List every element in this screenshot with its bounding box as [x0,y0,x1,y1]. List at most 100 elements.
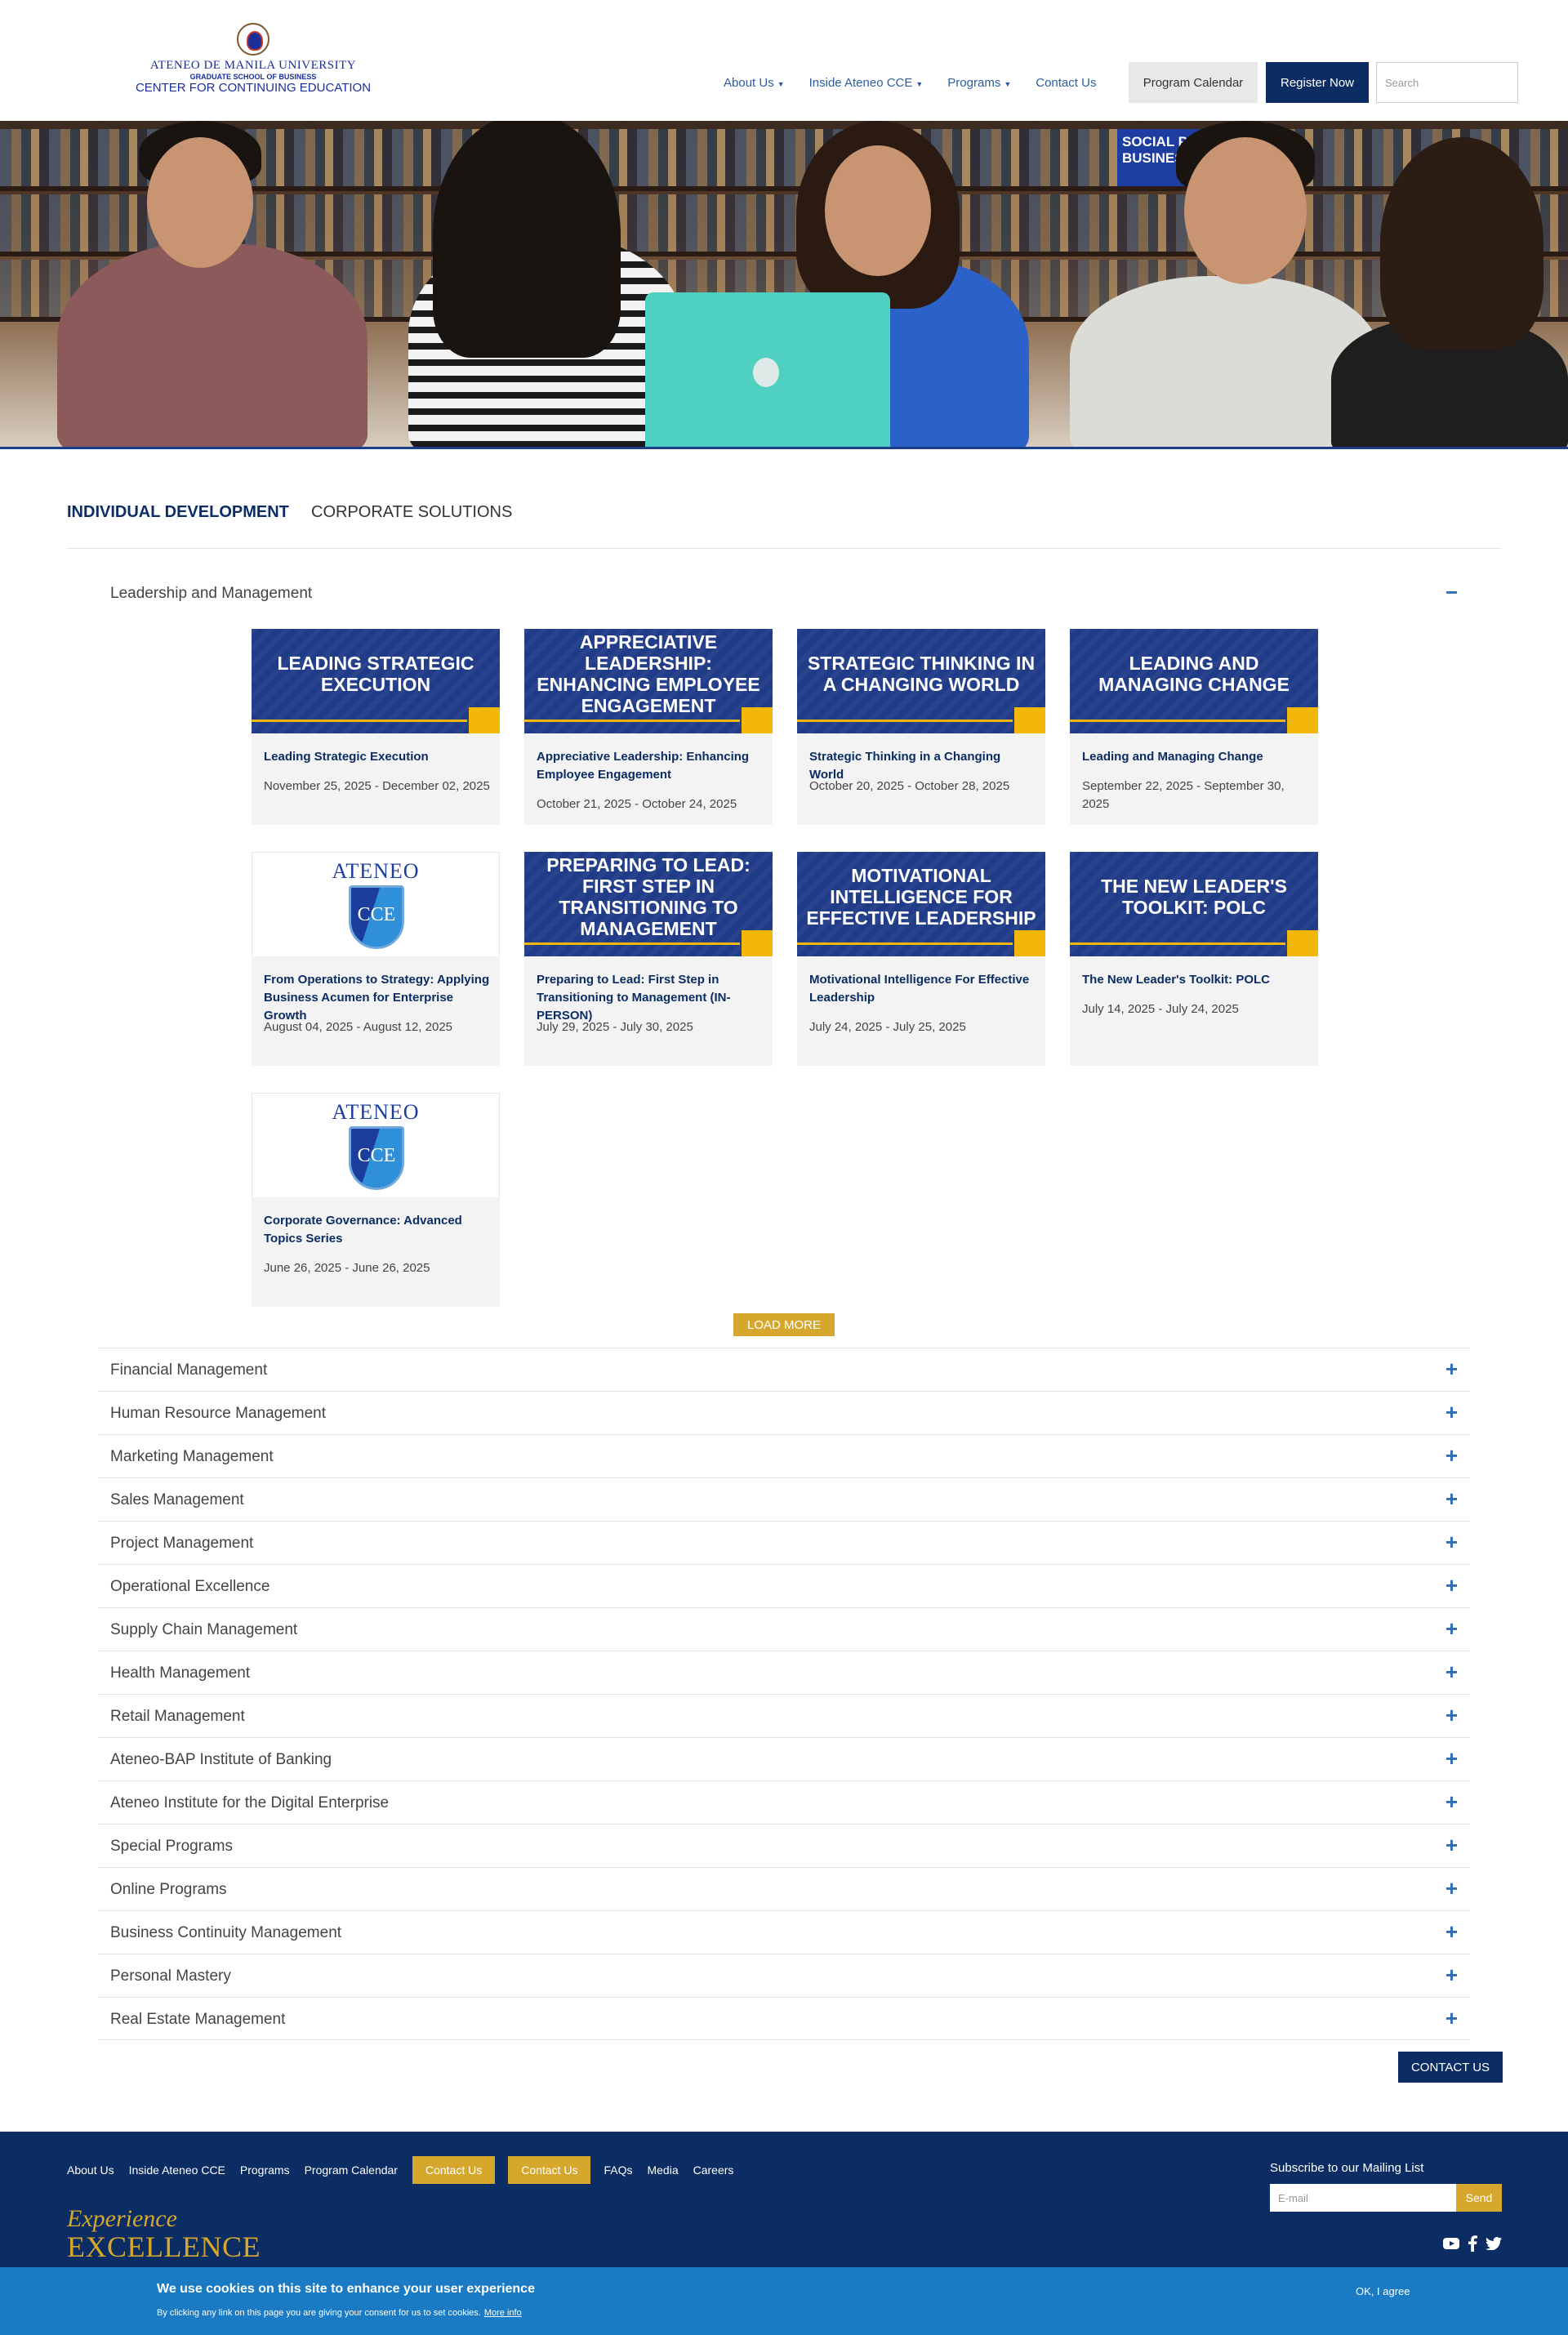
contact-us-button[interactable]: CONTACT US [1398,2052,1503,2083]
expand-icon[interactable]: + [1446,1530,1458,1555]
accordion-health-management[interactable]: Health Management + [98,1651,1470,1694]
accordion-sales-management[interactable]: Sales Management + [98,1477,1470,1521]
footer-link-faqs[interactable]: FAQs [604,2163,632,2177]
send-button[interactable]: Send [1456,2184,1502,2212]
search-input[interactable] [1376,62,1518,103]
expand-icon[interactable]: + [1446,1963,1458,1988]
register-now-button[interactable]: Register Now [1266,62,1369,103]
program-card[interactable]: Preparing to Lead: First Step in Transit… [524,852,773,1066]
nav-programs[interactable]: Programs ▼ [947,76,1011,90]
expand-icon[interactable]: + [1446,1876,1458,1901]
main-nav: About Us ▼ Inside Ateneo CCE ▼ Programs ▼ C… [724,62,1120,103]
site-logo[interactable]: ATENEO DE MANILA UNIVERSITY GRADUATE SCH… [131,23,376,105]
expand-icon[interactable]: + [1446,1833,1458,1858]
program-card[interactable]: Leading Strategic Execution Leading Strat… [252,629,500,825]
cookie-agree-button[interactable]: OK, I agree [1356,2285,1410,2297]
facebook-icon[interactable] [1463,2235,1481,2253]
collapse-icon[interactable]: − [1446,580,1458,605]
footer-link-program-calendar[interactable]: Program Calendar [305,2163,398,2177]
program-banner-image[interactable]: Leading and Managing Change [1070,629,1318,733]
nav-inside-ateneo-cce[interactable]: Inside Ateneo CCE ▼ [809,76,924,90]
accordion-supply-chain-management[interactable]: Supply Chain Management + [98,1607,1470,1651]
accordion-title: Project Management [110,1535,254,1552]
more-info-link[interactable]: More info [484,2308,522,2318]
nav-contact-us[interactable]: Contact Us [1036,76,1096,90]
program-title-link[interactable]: Preparing to Lead: First Step in Transit… [537,971,763,1025]
logo-word: ATENEO [332,1100,420,1124]
footer-link-about-us[interactable]: About Us [67,2163,114,2177]
expand-icon[interactable]: + [1446,1443,1458,1468]
footer-link-programs[interactable]: Programs [240,2163,290,2177]
program-banner-image[interactable]: Motivational Intelligence for Effective … [797,852,1045,956]
cookie-consent-text: By clicking any link on this page you ar… [157,2308,481,2318]
accordion-operational-excellence[interactable]: Operational Excellence + [98,1564,1470,1607]
accordion-ateneo-institute-for-the-digital-enterprise[interactable]: Ateneo Institute for the Digital Enterpr… [98,1780,1470,1824]
nav-about-us[interactable]: About Us ▼ [724,76,785,90]
expand-icon[interactable]: + [1446,1746,1458,1771]
footer-contact-us-button[interactable]: Contact Us [412,2156,496,2184]
cce-shield-icon: CCE [349,1126,404,1190]
program-card[interactable]: Appreciative Leadership: Enhancing Emplo… [524,629,773,825]
accordion-ateneo-bap-institute-of-banking[interactable]: Ateneo-BAP Institute of Banking + [98,1737,1470,1780]
twitter-icon[interactable] [1485,2235,1503,2253]
footer-contact-us-button-2[interactable]: Contact Us [508,2156,591,2184]
expand-icon[interactable]: + [1446,1357,1458,1382]
program-card[interactable]: Strategic Thinking in a Changing World St… [797,629,1045,825]
program-banner-image[interactable]: Appreciative Leadership: Enhancing Emplo… [524,629,773,733]
accordion-real-estate-management[interactable]: Real Estate Management + [98,1997,1470,2040]
program-banner-image[interactable]: Leading Strategic Execution [252,629,500,733]
accordion-marketing-management[interactable]: Marketing Management + [98,1434,1470,1477]
program-banner-image[interactable]: Strategic Thinking in a Changing World [797,629,1045,733]
accordion-project-management[interactable]: Project Management + [98,1521,1470,1564]
accordion-retail-management[interactable]: Retail Management + [98,1694,1470,1737]
program-title-link[interactable]: Leading and Managing Change [1082,748,1308,766]
accordion-online-programs[interactable]: Online Programs + [98,1867,1470,1910]
program-title-link[interactable]: From Operations to Strategy: Applying Bu… [264,971,490,1025]
footer-tagline: Experience EXCELLENCE [67,2207,261,2263]
accordion-financial-management[interactable]: Financial Management + [98,1348,1470,1391]
tab-individual-development[interactable]: INDIVIDUAL DEVELOPMENT [67,503,289,522]
expand-icon[interactable]: + [1446,1703,1458,1728]
program-title-link[interactable]: The New Leader's Toolkit: POLC [1082,971,1308,989]
footer-link-careers[interactable]: Careers [693,2163,734,2177]
footer-link-media[interactable]: Media [647,2163,678,2177]
youtube-icon[interactable] [1442,2235,1460,2253]
accordion-leadership-and-management[interactable]: Leadership and Management − [98,570,1470,619]
expand-icon[interactable]: + [1446,1573,1458,1598]
load-more-button[interactable]: LOAD MORE [733,1313,835,1336]
expand-icon[interactable]: + [1446,1616,1458,1642]
program-card[interactable]: Leading and Managing Change Leading and M… [1070,629,1318,825]
program-date: September 22, 2025 - September 30, 2025 [1082,779,1285,811]
expand-icon[interactable]: + [1446,1789,1458,1815]
program-date: July 24, 2025 - July 25, 2025 [809,1020,966,1034]
accordion-human-resource-management[interactable]: Human Resource Management + [98,1391,1470,1434]
accordion-business-continuity-management[interactable]: Business Continuity Management + [98,1910,1470,1954]
banner-text: Strategic Thinking in a Changing World [807,653,1036,695]
accordion-special-programs[interactable]: Special Programs + [98,1824,1470,1867]
expand-icon[interactable]: + [1446,1919,1458,1945]
program-calendar-button[interactable]: Program Calendar [1129,62,1258,103]
footer-link-inside-ateneo-cce[interactable]: Inside Ateneo CCE [129,2163,225,2177]
program-card[interactable]: The New Leader's Toolkit: POLC The New Le… [1070,852,1318,1066]
expand-icon[interactable]: + [1446,1400,1458,1425]
expand-icon[interactable]: + [1446,2006,1458,2031]
ateneo-cce-logo[interactable]: ATENEO CCE [252,1093,500,1197]
expand-icon[interactable]: + [1446,1486,1458,1512]
expand-icon[interactable]: + [1446,1660,1458,1685]
accordion-personal-mastery[interactable]: Personal Mastery + [98,1954,1470,1997]
tab-corporate-solutions[interactable]: CORPORATE SOLUTIONS [311,503,512,522]
program-title-link[interactable]: Leading Strategic Execution [264,748,490,766]
program-title-link[interactable]: Corporate Governance: Advanced Topics Se… [264,1212,490,1248]
program-tabs: INDIVIDUAL DEVELOPMENT CORPORATE SOLUTIO… [67,490,1501,549]
ateneo-cce-logo[interactable]: ATENEO CCE [252,852,500,956]
program-title-link[interactable]: Appreciative Leadership: Enhancing Emplo… [537,748,763,784]
email-field[interactable] [1270,2184,1456,2212]
program-banner-image[interactable]: Preparing to Lead: First Step in Transit… [524,852,773,956]
program-title-link[interactable]: Motivational Intelligence For Effective … [809,971,1036,1007]
accordion-title: Online Programs [110,1881,227,1898]
accordion-title: Retail Management [110,1708,245,1725]
program-banner-image[interactable]: The New Leader's Toolkit: POLC [1070,852,1318,956]
program-card[interactable]: Motivational Intelligence for Effective … [797,852,1045,1066]
program-card[interactable]: ATENEO CCE From Operations to Strategy: Ap… [252,852,500,1066]
program-card[interactable]: ATENEO CCE Corporate Governance: Advanced … [252,1093,500,1307]
